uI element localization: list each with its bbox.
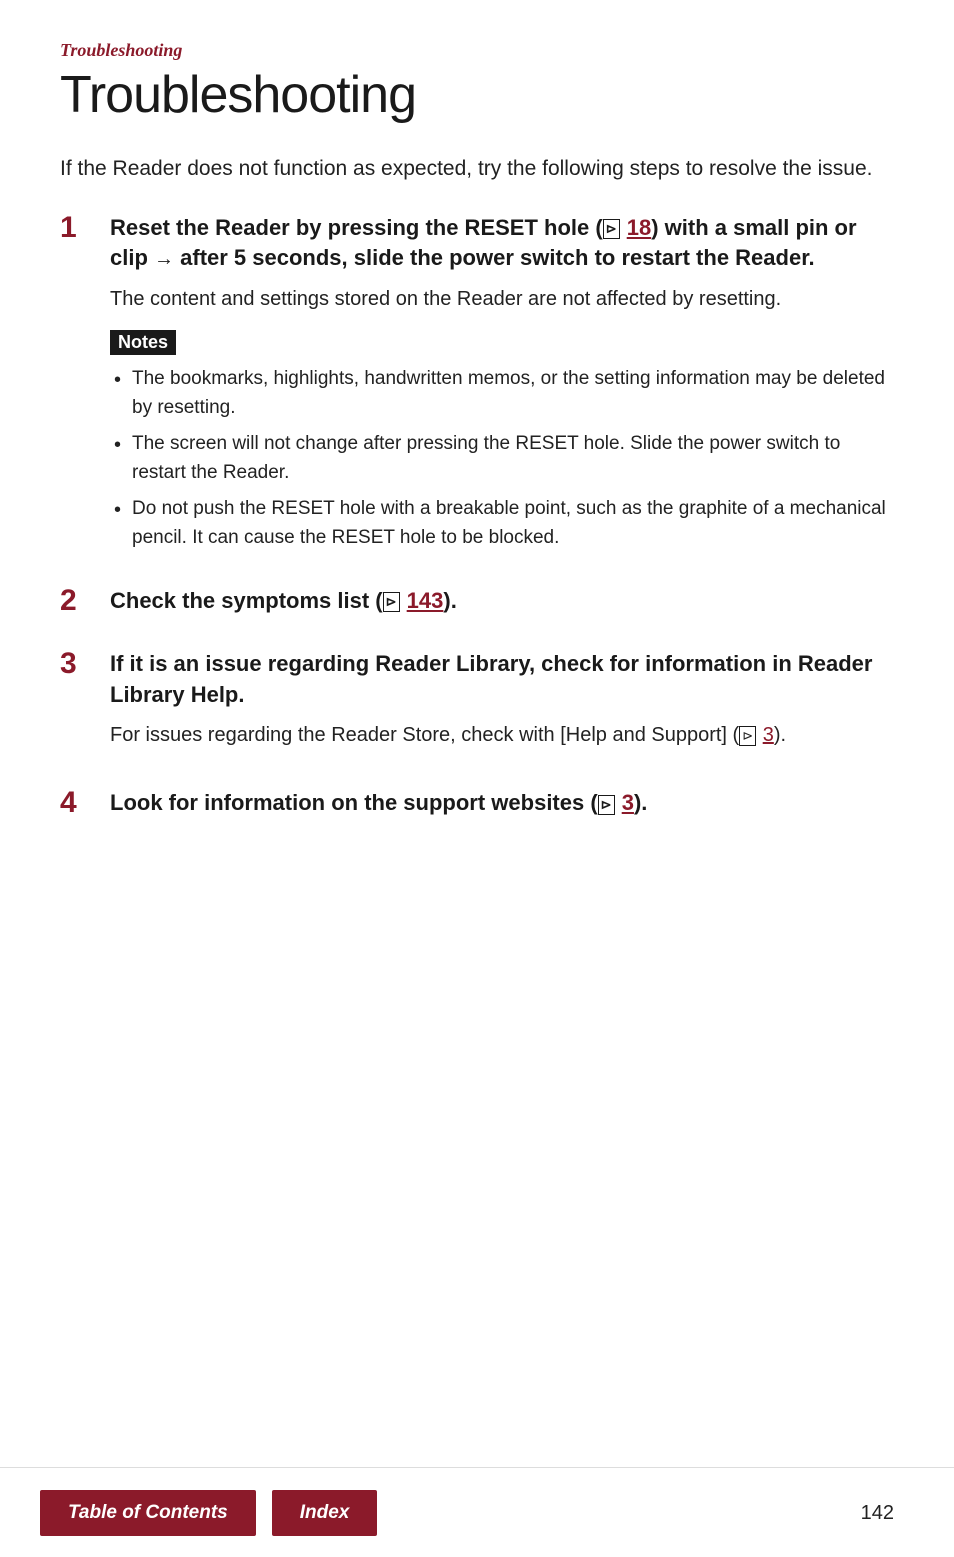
ref-icon-18[interactable]: ⊳ [603,219,620,239]
note-item-1: The bookmarks, highlights, handwritten m… [110,365,894,422]
step-3-content: If it is an issue regarding Reader Libra… [110,649,894,767]
page-container: Troubleshooting Troubleshooting If the R… [0,0,954,971]
step-1-title: Reset the Reader by pressing the RESET h… [110,213,894,275]
notes-list: The bookmarks, highlights, handwritten m… [110,365,894,552]
step-4-number: 4 [60,786,110,820]
page-number: 142 [861,1502,894,1525]
step-1: 1 Reset the Reader by pressing the RESET… [60,213,894,565]
arrow-icon: → [154,248,174,270]
link-3b[interactable]: 3 [622,790,634,815]
link-18[interactable]: 18 [627,215,651,240]
breadcrumb: Troubleshooting [60,40,894,61]
step-2: 2 Check the symptoms list (⊳ 143). [60,586,894,627]
note-item-2: The screen will not change after pressin… [110,430,894,487]
step-1-desc: The content and settings stored on the R… [110,284,894,314]
step-1-number: 1 [60,211,110,245]
note-item-3: Do not push the RESET hole with a breaka… [110,495,894,552]
index-button[interactable]: Index [272,1490,378,1536]
step-4-content: Look for information on the support webs… [110,788,894,829]
step-2-content: Check the symptoms list (⊳ 143). [110,586,894,627]
intro-text: If the Reader does not function as expec… [60,153,894,185]
ref-icon-3a[interactable]: ⊳ [739,726,756,746]
step-3-desc: For issues regarding the Reader Store, c… [110,720,894,750]
step-4-title: Look for information on the support webs… [110,788,894,819]
ref-icon-143[interactable]: ⊳ [383,592,400,612]
link-3a[interactable]: 3 [763,724,774,746]
table-of-contents-button[interactable]: Table of Contents [40,1490,256,1536]
ref-icon-3b[interactable]: ⊳ [598,795,615,815]
footer-bar: Table of Contents Index [0,1467,954,1557]
step-3-number: 3 [60,647,110,681]
page-title: Troubleshooting [60,65,894,125]
step-2-number: 2 [60,584,110,618]
notes-label: Notes [110,330,176,355]
notes-box: Notes The bookmarks, highlights, handwri… [110,330,894,552]
step-3: 3 If it is an issue regarding Reader Lib… [60,649,894,767]
step-4: 4 Look for information on the support we… [60,788,894,829]
link-143[interactable]: 143 [407,588,444,613]
step-3-title: If it is an issue regarding Reader Libra… [110,649,894,711]
step-1-content: Reset the Reader by pressing the RESET h… [110,213,894,565]
step-2-title: Check the symptoms list (⊳ 143). [110,586,894,617]
